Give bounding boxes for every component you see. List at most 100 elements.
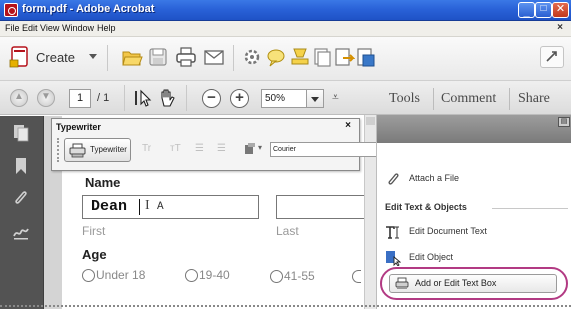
decrease-text-size-icon: Tr — [142, 143, 152, 154]
tab-comment[interactable]: Comment — [441, 91, 496, 107]
select-tool-icon[interactable] — [132, 87, 154, 109]
toolbar-divider — [233, 45, 234, 71]
hand-tool-icon[interactable] — [156, 87, 178, 109]
tools-pane-header: ▤ — [377, 115, 571, 143]
tab-divider — [509, 88, 510, 110]
zoom-in-button[interactable]: + — [230, 89, 249, 108]
minimize-button[interactable]: _ — [518, 2, 535, 18]
save-icon[interactable] — [147, 46, 169, 68]
paperclip-icon — [388, 173, 399, 185]
screenshot-border — [0, 305, 571, 309]
typewriter-button[interactable]: Typewriter — [64, 138, 131, 162]
typewriter-toolbar-title: Typewriter — [56, 122, 101, 132]
toolbar-grip-handle[interactable] — [57, 138, 59, 162]
add-edit-text-box-button[interactable]: Add or Edit Text Box — [389, 274, 557, 293]
navigation-toolbar: ▲ ▼ 1 / 1 − + 50% ⩡ Tools Comment Share — [0, 81, 571, 115]
minimize-icon: _ — [523, 6, 530, 18]
more-tools-icon[interactable]: ⩡ — [332, 90, 339, 105]
text-color-icon[interactable] — [244, 143, 256, 155]
edit-document-text-label: Edit Document Text — [409, 226, 487, 236]
menu-help[interactable]: Help — [97, 23, 116, 33]
menu-edit[interactable]: Edit — [22, 23, 38, 33]
radio-41-55[interactable] — [270, 270, 283, 283]
first-caption: First — [82, 224, 106, 238]
edit-object-label: Edit Object — [409, 252, 454, 262]
main-toolbar: Create — [0, 37, 571, 81]
export-icon[interactable] — [333, 46, 355, 68]
menu-view[interactable]: View — [40, 23, 59, 33]
menu-bar: File Edit View Window Help × — [0, 21, 571, 37]
arrow-up-icon: ▲ — [14, 91, 24, 102]
window-title: form.pdf - Adobe Acrobat — [22, 3, 155, 15]
font-select[interactable]: Courier — [270, 142, 380, 157]
zoom-dropdown-button[interactable] — [307, 89, 324, 108]
increase-line-spacing-icon: ☰ — [217, 143, 226, 154]
minus-icon: − — [207, 89, 216, 106]
pages-icon[interactable] — [311, 46, 333, 68]
close-icon[interactable]: × — [345, 120, 351, 131]
print-icon[interactable] — [175, 46, 197, 68]
edit-object-item[interactable]: Edit Object — [385, 249, 565, 269]
edit-object-icon — [386, 251, 401, 266]
typewriter-toolbar: Typewriter × Typewriter Tr ᴛT ☰ ☰ ▾ Cour… — [51, 118, 431, 171]
first-name-value: Dean — [91, 198, 128, 215]
document-close-icon[interactable]: × — [557, 22, 563, 33]
previous-page-button[interactable]: ▲ — [10, 89, 28, 107]
acrobat-app-icon — [4, 3, 18, 17]
section-edit-text-objects: Edit Text & Objects — [385, 202, 467, 212]
arrow-down-icon: ▼ — [41, 91, 51, 102]
settings-icon[interactable] — [241, 46, 263, 68]
radio-19-40[interactable] — [185, 269, 198, 282]
comment-icon[interactable] — [265, 46, 287, 68]
create-button[interactable]: Create — [8, 45, 100, 69]
page-number-input[interactable]: 1 — [69, 89, 91, 108]
next-page-button[interactable]: ▼ — [37, 89, 55, 107]
radio-label-under-18: Under 18 — [96, 268, 146, 282]
signatures-icon[interactable] — [13, 223, 29, 241]
first-name-field[interactable]: Dean I A — [82, 195, 259, 219]
tab-share[interactable]: Share — [518, 91, 550, 107]
edit-text-icon — [386, 226, 399, 239]
zoom-out-button[interactable]: − — [202, 89, 221, 108]
section-divider — [492, 208, 568, 209]
text-color-chevron-icon[interactable]: ▾ — [258, 143, 262, 152]
attach-file-item[interactable]: Attach a File — [385, 170, 565, 190]
radio-next-option[interactable] — [352, 270, 361, 283]
edit-document-text-item[interactable]: Edit Document Text — [385, 223, 565, 243]
stamp-icon[interactable] — [289, 46, 311, 68]
toolbar-divider — [186, 85, 187, 111]
toolbar-divider — [124, 85, 125, 111]
chevron-down-icon — [89, 54, 97, 59]
plus-icon: + — [235, 89, 244, 106]
ibeam-cursor-icon: I — [145, 198, 150, 213]
close-window-button[interactable]: ✕ — [552, 2, 569, 18]
name-label: Name — [85, 175, 121, 190]
radio-label-41-55: 41-55 — [284, 269, 315, 283]
typewriter-icon — [69, 143, 86, 158]
email-icon[interactable] — [203, 46, 225, 68]
tab-divider — [433, 88, 434, 110]
decrease-line-spacing-icon: ☰ — [195, 143, 204, 154]
typewriter-typed-text[interactable]: A — [157, 201, 164, 213]
radio-under-18[interactable] — [82, 269, 95, 282]
combine-icon[interactable] — [355, 46, 377, 68]
page-thumbnails-icon[interactable] — [13, 124, 29, 142]
menu-file[interactable]: File — [5, 23, 20, 33]
page-total: / 1 — [97, 92, 110, 104]
typewriter-icon — [395, 277, 409, 289]
tab-tools[interactable]: Tools — [389, 91, 420, 107]
menu-window[interactable]: Window — [62, 23, 94, 33]
last-name-field[interactable] — [276, 195, 366, 219]
expand-icon — [546, 51, 557, 62]
expand-button[interactable] — [540, 46, 564, 68]
typewriter-button-label: Typewriter — [90, 145, 127, 154]
attachments-icon[interactable] — [13, 190, 29, 208]
bookmarks-icon[interactable] — [13, 157, 29, 175]
toolbar-divider — [107, 45, 108, 71]
pane-menu-icon[interactable]: ▤ — [558, 117, 570, 127]
zoom-level-input[interactable]: 50% — [261, 89, 307, 108]
open-icon[interactable] — [121, 46, 143, 68]
maximize-button[interactable]: □ — [535, 2, 552, 18]
scrollbar-thumb[interactable] — [366, 117, 375, 125]
add-edit-text-box-label: Add or Edit Text Box — [415, 278, 497, 288]
